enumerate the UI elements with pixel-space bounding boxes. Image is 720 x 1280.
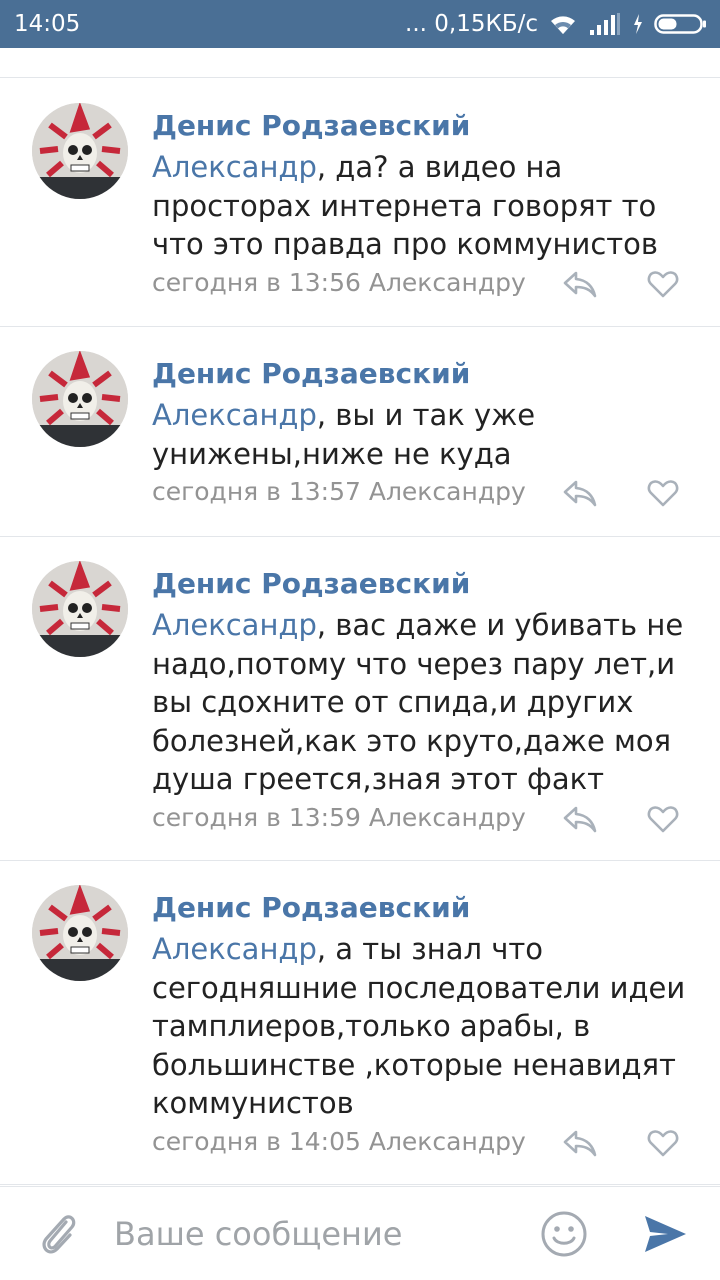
status-indicators: ... 0,15КБ/с bbox=[405, 11, 708, 37]
reply-icon[interactable] bbox=[562, 804, 598, 834]
comment-list: Денис Родзаевский Александр, да? а видео… bbox=[0, 79, 720, 1185]
comment-timestamp[interactable]: сегодня в 13:57 Александру bbox=[152, 477, 526, 506]
status-bar: 14:05 ... 0,15КБ/с bbox=[0, 0, 720, 48]
avatar[interactable] bbox=[32, 561, 128, 657]
reply-to-link[interactable]: Александр bbox=[152, 150, 317, 184]
skull-avatar-image bbox=[32, 103, 128, 199]
network-speed: ... 0,15КБ/с bbox=[405, 11, 538, 37]
skull-avatar-image bbox=[32, 885, 128, 981]
like-icon[interactable] bbox=[647, 269, 679, 299]
reply-to-link[interactable]: Александр bbox=[152, 398, 317, 432]
comment-author[interactable]: Денис Родзаевский bbox=[152, 567, 720, 601]
comment-author[interactable]: Денис Родзаевский bbox=[152, 357, 720, 391]
reply-icon[interactable] bbox=[562, 1128, 598, 1158]
comment-meta: сегодня в 13:56 Александру bbox=[152, 266, 720, 300]
skull-avatar-image bbox=[32, 561, 128, 657]
reply-icon[interactable] bbox=[562, 478, 598, 508]
paperclip-icon[interactable] bbox=[36, 1209, 80, 1259]
reply-to-link[interactable]: Александр bbox=[152, 608, 317, 642]
comment-meta: сегодня в 14:05 Александру bbox=[152, 1125, 720, 1159]
avatar[interactable] bbox=[32, 103, 128, 199]
emoji-icon[interactable] bbox=[540, 1210, 588, 1258]
status-time: 14:05 bbox=[14, 11, 81, 37]
comment-author[interactable]: Денис Родзаевский bbox=[152, 891, 720, 925]
signal-icon bbox=[590, 13, 620, 35]
comment: Денис Родзаевский Александр, вы и так уж… bbox=[0, 327, 720, 537]
comment-timestamp[interactable]: сегодня в 13:56 Александру bbox=[152, 268, 526, 297]
comment-meta: сегодня в 13:59 Александру bbox=[152, 801, 720, 835]
wifi-icon bbox=[551, 16, 575, 34]
message-composer bbox=[0, 1186, 720, 1280]
comment-author[interactable]: Денис Родзаевский bbox=[152, 109, 720, 143]
comment-meta: сегодня в 13:57 Александру bbox=[152, 475, 720, 509]
reply-icon[interactable] bbox=[562, 269, 598, 299]
comment-timestamp[interactable]: сегодня в 13:59 Александру bbox=[152, 803, 526, 832]
reply-to-link[interactable]: Александр bbox=[152, 932, 317, 966]
comment-text: Александр, вас даже и убивать не надо,по… bbox=[152, 606, 692, 799]
send-icon[interactable] bbox=[642, 1211, 688, 1257]
comment-text: Александр, вы и так уже унижены,ниже не … bbox=[152, 396, 692, 473]
comment-timestamp[interactable]: сегодня в 14:05 Александру bbox=[152, 1127, 526, 1156]
comment: Денис Родзаевский Александр, а ты знал ч… bbox=[0, 861, 720, 1185]
like-icon[interactable] bbox=[647, 1128, 679, 1158]
battery-icon bbox=[654, 14, 706, 34]
skull-avatar-image bbox=[32, 351, 128, 447]
comment: Денис Родзаевский Александр, да? а видео… bbox=[0, 79, 720, 327]
like-icon[interactable] bbox=[647, 804, 679, 834]
message-input[interactable] bbox=[114, 1209, 514, 1259]
comment-text: Александр, да? а видео на просторах инте… bbox=[152, 148, 692, 264]
previous-comment-clipped bbox=[0, 48, 720, 78]
avatar[interactable] bbox=[32, 351, 128, 447]
charging-icon bbox=[634, 14, 642, 34]
avatar[interactable] bbox=[32, 885, 128, 981]
like-icon[interactable] bbox=[647, 478, 679, 508]
comment: Денис Родзаевский Александр, вас даже и … bbox=[0, 537, 720, 861]
comment-text: Александр, а ты знал что сегодняшние пос… bbox=[152, 930, 692, 1123]
